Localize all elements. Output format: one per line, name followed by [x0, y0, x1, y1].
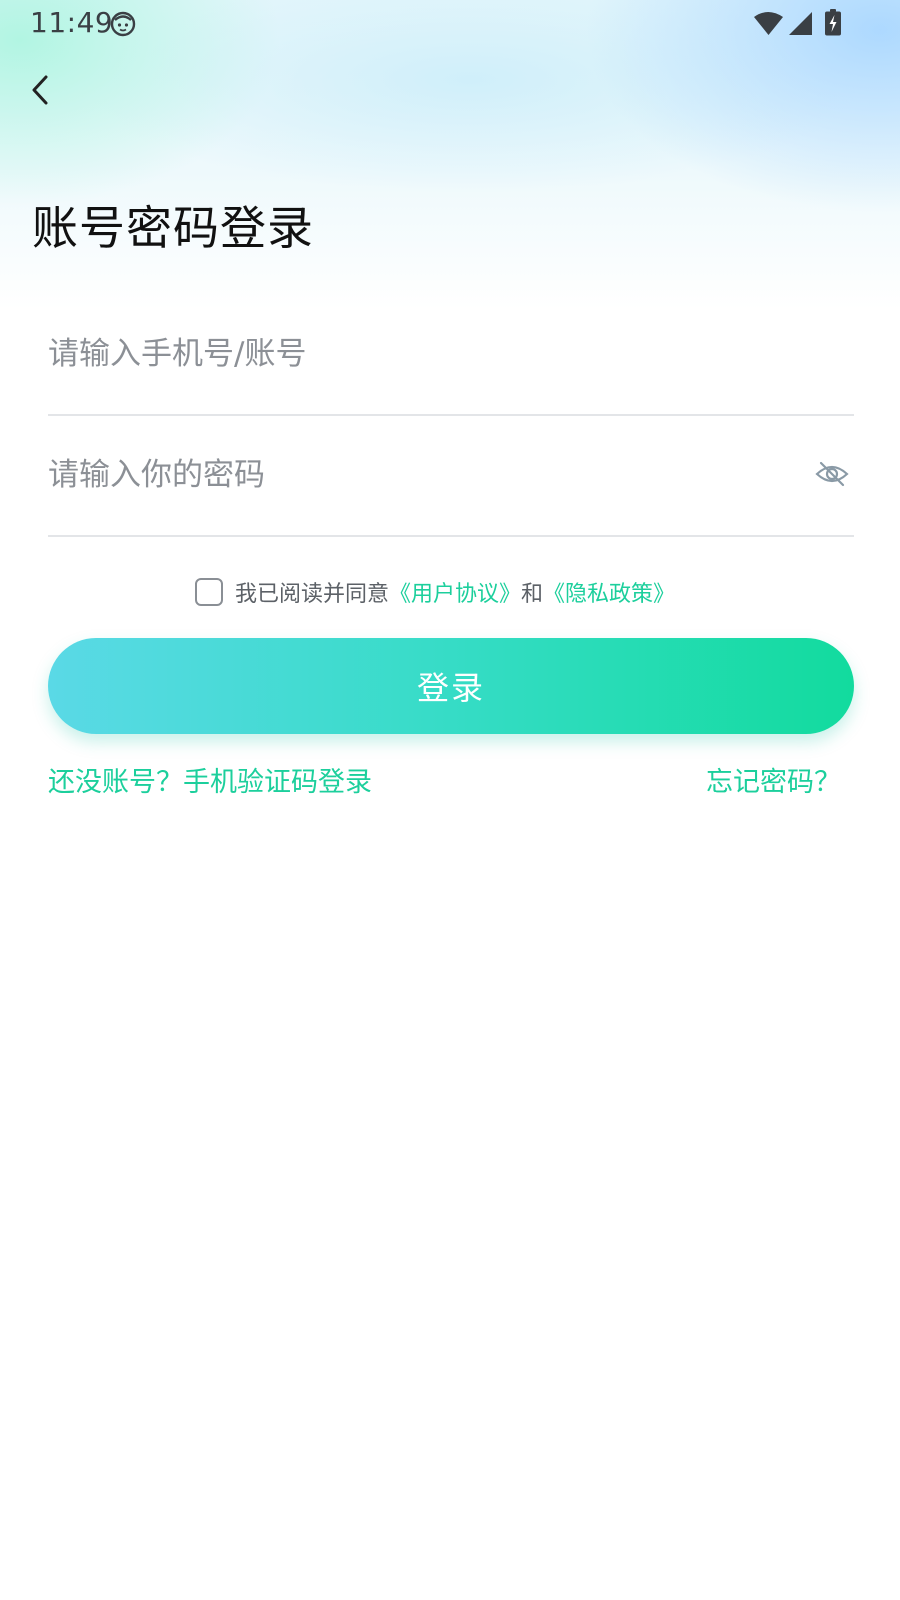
forgot-password-link[interactable]: 忘记密码？	[706, 760, 841, 799]
wifi-icon	[754, 12, 783, 35]
signal-icon	[789, 12, 812, 35]
sms-login-link[interactable]: 还没账号？手机验证码登录	[48, 760, 372, 799]
agreement-prefix: 我已阅读并同意	[235, 582, 390, 607]
login-button-label: 登录	[416, 669, 485, 707]
login-button[interactable]: 登录	[48, 638, 854, 734]
status-bar: 11:49	[0, 0, 900, 48]
page-title: 账号密码登录	[32, 201, 314, 255]
agreement-checkbox[interactable]	[195, 578, 223, 606]
account-input[interactable]	[48, 324, 778, 384]
password-field	[48, 415, 854, 537]
agreement-row: 我已阅读并同意 《用户协议》 和 《隐私政策》	[195, 574, 675, 610]
privacy-policy-link[interactable]: 《隐私政策》	[543, 576, 675, 608]
account-field	[48, 294, 854, 416]
password-input[interactable]	[48, 445, 778, 505]
password-visibility-toggle[interactable]	[814, 459, 850, 489]
agreement-conjunction: 和	[521, 582, 544, 607]
battery-charging-icon	[825, 9, 841, 36]
status-time: 11:49	[30, 6, 114, 39]
status-icons	[754, 9, 841, 36]
login-screen: 11:49 账号密码登录 请输入手机号/账号 我已阅读并同意 《用户协议》 和 …	[0, 0, 900, 1600]
user-agreement-link[interactable]: 《用户协议》	[389, 576, 521, 608]
face-icon	[110, 11, 136, 37]
chevron-left-icon	[32, 75, 48, 105]
eye-off-icon	[815, 461, 849, 487]
back-button[interactable]	[20, 68, 64, 112]
